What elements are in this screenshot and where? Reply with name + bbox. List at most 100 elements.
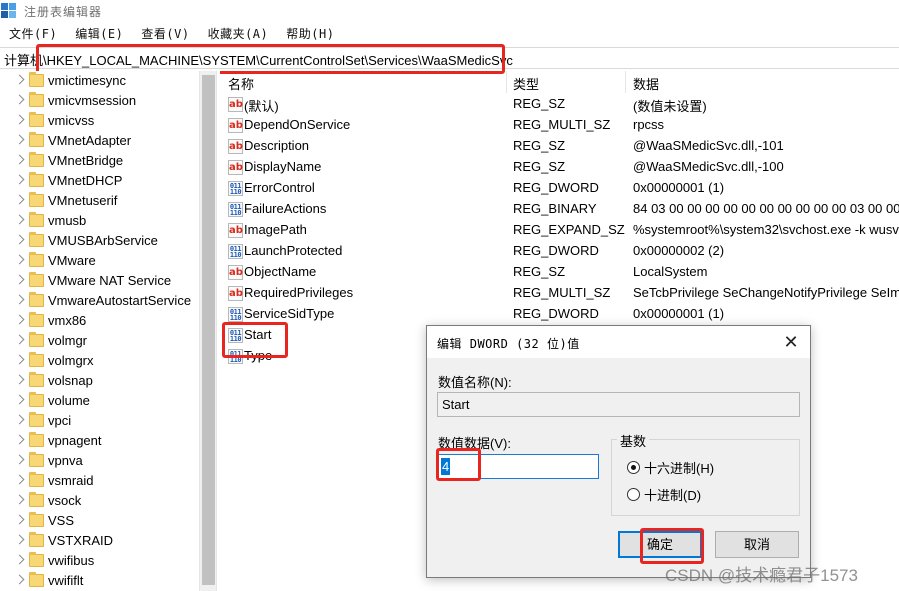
tree-item-label[interactable]: vmicvmsession: [48, 93, 136, 108]
chevron-right-icon[interactable]: [14, 474, 25, 485]
value-name[interactable]: ImagePath: [244, 222, 307, 237]
menu-view[interactable]: 查看(V): [132, 24, 198, 44]
tree-item-label[interactable]: VMUSBArbService: [48, 233, 158, 248]
chevron-right-icon[interactable]: [14, 314, 25, 325]
column-header-data[interactable]: 数据: [625, 71, 899, 93]
tree-item[interactable]: vwififlt: [0, 571, 199, 591]
tree-item-label[interactable]: vpci: [48, 413, 71, 428]
value-name[interactable]: LaunchProtected: [244, 243, 342, 258]
tree-item[interactable]: VmwareAutostartService: [0, 291, 199, 311]
tree-item-label[interactable]: volsnap: [48, 373, 93, 388]
chevron-right-icon[interactable]: [14, 414, 25, 425]
tree-item[interactable]: vpnva: [0, 451, 199, 471]
value-row[interactable]: 011 110 ServiceSidType REG_DWORD 0x00000001…: [220, 304, 899, 325]
tree-item-label[interactable]: vwififlt: [48, 573, 83, 588]
tree-scrollbar[interactable]: [199, 71, 216, 591]
radio-hex-label[interactable]: 十六进制(H): [644, 458, 714, 477]
chevron-right-icon[interactable]: [14, 454, 25, 465]
chevron-right-icon[interactable]: [14, 574, 25, 585]
value-row[interactable]: ab ObjectName REG_SZ LocalSystem: [220, 262, 899, 283]
radio-hex-row[interactable]: 十六进制(H): [627, 458, 714, 476]
tree-item[interactable]: vsmraid: [0, 471, 199, 491]
value-name[interactable]: ServiceSidType: [244, 306, 334, 321]
chevron-right-icon[interactable]: [14, 234, 25, 245]
chevron-right-icon[interactable]: [14, 294, 25, 305]
tree-item-label[interactable]: VmwareAutostartService: [48, 293, 191, 308]
tree-item-label[interactable]: vmictimesync: [48, 73, 126, 88]
column-header-type[interactable]: 类型: [505, 71, 625, 93]
tree-item-label[interactable]: vmicvss: [48, 113, 94, 128]
value-name[interactable]: ObjectName: [244, 264, 316, 279]
tree-item-label[interactable]: vpnva: [48, 453, 83, 468]
chevron-right-icon[interactable]: [14, 534, 25, 545]
chevron-right-icon[interactable]: [14, 494, 25, 505]
value-name[interactable]: Description: [244, 138, 309, 153]
radio-hex[interactable]: [627, 460, 640, 474]
tree-item[interactable]: VMware: [0, 251, 199, 271]
tree-item-label[interactable]: VMnetuserif: [48, 193, 117, 208]
tree-item[interactable]: volume: [0, 391, 199, 411]
tree-item-label[interactable]: volume: [48, 393, 90, 408]
chevron-right-icon[interactable]: [14, 374, 25, 385]
menu-favorites[interactable]: 收藏夹(A): [199, 24, 278, 44]
tree-item-label[interactable]: VSTXRAID: [48, 533, 113, 548]
tree-item-label[interactable]: VMnetAdapter: [48, 133, 131, 148]
tree-item-label[interactable]: vsock: [48, 493, 81, 508]
radio-dec[interactable]: [627, 487, 640, 501]
chevron-right-icon[interactable]: [14, 394, 25, 405]
tree-item-label[interactable]: vmx86: [48, 313, 86, 328]
radio-dec-row[interactable]: 十进制(D): [627, 485, 701, 503]
tree-item[interactable]: VMnetuserif: [0, 191, 199, 211]
tree-item[interactable]: VMUSBArbService: [0, 231, 199, 251]
menu-file[interactable]: 文件(F): [0, 24, 66, 44]
value-name[interactable]: DisplayName: [244, 159, 321, 174]
tree-item-label[interactable]: vpnagent: [48, 433, 102, 448]
tree-item[interactable]: VMnetAdapter: [0, 131, 199, 151]
chevron-right-icon[interactable]: [14, 134, 25, 145]
value-row[interactable]: ab DependOnService REG_MULTI_SZ rpcss: [220, 115, 899, 136]
chevron-right-icon[interactable]: [14, 354, 25, 365]
column-header-name[interactable]: 名称: [220, 71, 507, 93]
cancel-button[interactable]: 取消: [715, 531, 799, 558]
tree-item-label[interactable]: volmgrx: [48, 353, 94, 368]
tree-item-label[interactable]: VSS: [48, 513, 74, 528]
chevron-right-icon[interactable]: [14, 274, 25, 285]
tree-item[interactable]: vmicvmsession: [0, 91, 199, 111]
chevron-right-icon[interactable]: [14, 114, 25, 125]
value-row[interactable]: ab DisplayName REG_SZ @WaaSMedicSvc.dll,-10…: [220, 157, 899, 178]
tree-item[interactable]: vmictimesync: [0, 71, 199, 91]
chevron-right-icon[interactable]: [14, 554, 25, 565]
value-name[interactable]: FailureActions: [244, 201, 326, 216]
menu-help[interactable]: 帮助(H): [277, 24, 343, 44]
value-row[interactable]: 011 110 LaunchProtected REG_DWORD 0x0000000…: [220, 241, 899, 262]
chevron-right-icon[interactable]: [14, 174, 25, 185]
tree-item-label[interactable]: vwifibus: [48, 553, 94, 568]
chevron-right-icon[interactable]: [14, 94, 25, 105]
tree-item[interactable]: VMnetDHCP: [0, 171, 199, 191]
value-row[interactable]: 011 110 ErrorControl REG_DWORD 0x00000001 (…: [220, 178, 899, 199]
tree-item[interactable]: vpci: [0, 411, 199, 431]
tree-item[interactable]: VMware NAT Service: [0, 271, 199, 291]
value-name[interactable]: RequiredPrivileges: [244, 285, 353, 300]
tree-item[interactable]: vsock: [0, 491, 199, 511]
chevron-right-icon[interactable]: [14, 154, 25, 165]
chevron-right-icon[interactable]: [14, 434, 25, 445]
tree-item-label[interactable]: volmgr: [48, 333, 87, 348]
value-row[interactable]: ab ImagePath REG_EXPAND_SZ %systemroot%\sys…: [220, 220, 899, 241]
menu-edit[interactable]: 编辑(E): [66, 24, 132, 44]
tree-item[interactable]: vmusb: [0, 211, 199, 231]
tree-item[interactable]: volsnap: [0, 371, 199, 391]
tree-item-label[interactable]: VMware NAT Service: [48, 273, 171, 288]
value-name[interactable]: (默认): [244, 96, 279, 115]
tree-item-label[interactable]: VMnetDHCP: [48, 173, 122, 188]
chevron-right-icon[interactable]: [14, 514, 25, 525]
value-name[interactable]: DependOnService: [244, 117, 350, 132]
value-row[interactable]: ab RequiredPrivileges REG_MULTI_SZ SeTcbPri…: [220, 283, 899, 304]
chevron-right-icon[interactable]: [14, 74, 25, 85]
close-icon[interactable]: ✕: [780, 331, 802, 353]
tree-item[interactable]: vmicvss: [0, 111, 199, 131]
chevron-right-icon[interactable]: [14, 334, 25, 345]
tree-item[interactable]: vmx86: [0, 311, 199, 331]
tree-item-label[interactable]: VMware: [48, 253, 96, 268]
tree-item[interactable]: volmgrx: [0, 351, 199, 371]
